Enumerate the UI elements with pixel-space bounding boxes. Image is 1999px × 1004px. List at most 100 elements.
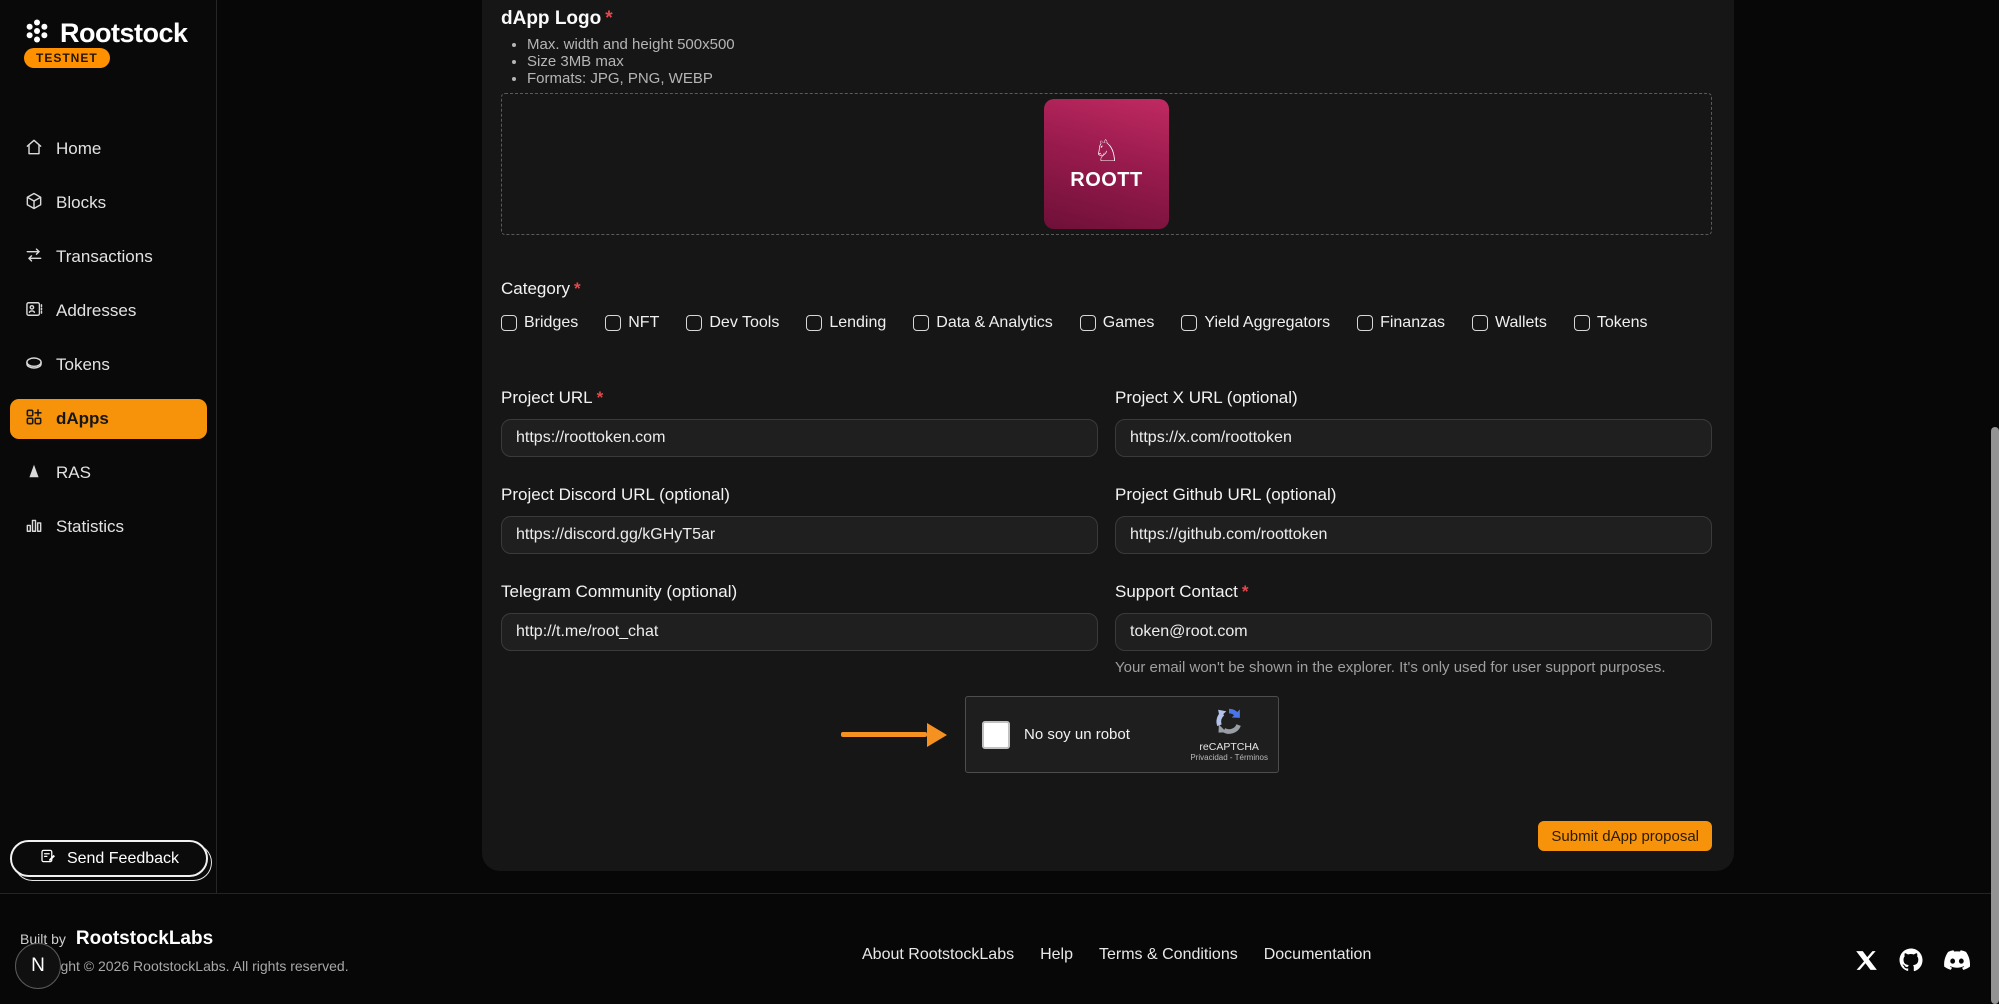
recaptcha-widget: No soy un robot reCAPTCHA Privaci <box>965 696 1279 773</box>
sidebar-item-transactions[interactable]: Transactions <box>10 237 207 277</box>
discord-url-input[interactable] <box>501 516 1098 554</box>
checkbox[interactable] <box>605 315 621 331</box>
avatar-widget-button[interactable]: N <box>15 943 61 989</box>
required-asterisk: * <box>574 279 581 298</box>
submit-dapp-proposal-button[interactable]: Submit dApp proposal <box>1538 821 1712 851</box>
required-asterisk: * <box>1242 582 1249 601</box>
home-icon <box>24 137 44 162</box>
recaptcha-privacy-terms[interactable]: Privacidad - Términos <box>1190 753 1268 762</box>
sidebar: Rootstock TESTNET Home Blocks Transactio… <box>0 0 217 893</box>
sidebar-item-label: dApps <box>56 409 109 429</box>
checkbox[interactable] <box>913 315 929 331</box>
testnet-badge: TESTNET <box>24 48 110 68</box>
support-contact-field: Support Contact* Your email won't be sho… <box>1115 582 1712 676</box>
footer-link-terms[interactable]: Terms & Conditions <box>1099 946 1238 964</box>
dapps-grid-icon <box>24 407 44 432</box>
checkbox[interactable] <box>1574 315 1590 331</box>
checkbox[interactable] <box>806 315 822 331</box>
category-option-yield-aggregators[interactable]: Yield Aggregators <box>1181 314 1330 332</box>
category-option-games[interactable]: Games <box>1080 314 1155 332</box>
project-url-input[interactable] <box>501 419 1098 457</box>
logo-requirement: Size 3MB max <box>527 53 1712 70</box>
cube-icon <box>24 191 44 216</box>
logo-upload-dropzone[interactable]: ♘ ROOTT <box>501 93 1712 235</box>
rootstock-mark-icon <box>22 16 52 51</box>
sidebar-item-label: Home <box>56 139 101 159</box>
sidebar-item-dapps[interactable]: dApps <box>10 399 207 439</box>
required-asterisk: * <box>597 388 604 407</box>
checkbox[interactable] <box>1472 315 1488 331</box>
logo-preview: ♘ ROOTT <box>1044 99 1169 229</box>
category-options: Bridges NFT Dev Tools Lending Data & Ana… <box>501 313 1712 333</box>
scrollbar-thumb[interactable] <box>1991 427 1999 1004</box>
discord-icon[interactable] <box>1944 950 1970 970</box>
recaptcha-branding: reCAPTCHA Privacidad - Términos <box>1190 707 1268 763</box>
mountain-icon <box>24 461 44 486</box>
recaptcha-label: No soy un robot <box>1024 726 1130 743</box>
dapp-proposal-panel: dApp Logo* Max. width and height 500x500… <box>482 0 1734 871</box>
project-x-url-input[interactable] <box>1115 419 1712 457</box>
discord-url-label: Project Discord URL (optional) <box>501 485 1098 506</box>
support-contact-label: Support Contact* <box>1115 582 1712 603</box>
rootstocklabs-brand[interactable]: RootstockLabs <box>76 928 213 950</box>
category-option-bridges[interactable]: Bridges <box>501 314 578 332</box>
category-option-nft[interactable]: NFT <box>605 314 659 332</box>
copyright-text: Copyright © 2026 RootstockLabs. All righ… <box>20 958 349 974</box>
sidebar-item-blocks[interactable]: Blocks <box>10 183 207 223</box>
sidebar-item-label: Addresses <box>56 301 136 321</box>
sidebar-item-label: Tokens <box>56 355 110 375</box>
sidebar-item-label: Blocks <box>56 193 106 213</box>
recaptcha-checkbox[interactable] <box>982 721 1010 749</box>
rootstock-logo[interactable]: Rootstock <box>22 16 188 51</box>
logo-ticker: ROOTT <box>1070 169 1143 192</box>
sidebar-item-home[interactable]: Home <box>10 129 207 169</box>
checkbox[interactable] <box>1080 315 1096 331</box>
project-url-field: Project URL* <box>501 388 1098 457</box>
required-asterisk: * <box>605 8 612 29</box>
telegram-input[interactable] <box>501 613 1098 651</box>
logo-requirement: Max. width and height 500x500 <box>527 36 1712 53</box>
sidebar-item-addresses[interactable]: Addresses <box>10 291 207 331</box>
brand-name: Rootstock <box>60 18 188 49</box>
category-option-tokens[interactable]: Tokens <box>1574 314 1648 332</box>
x-twitter-icon[interactable] <box>1855 949 1878 972</box>
footer-link-documentation[interactable]: Documentation <box>1264 946 1372 964</box>
dapp-logo-label: dApp Logo* <box>501 8 1712 30</box>
category-label: Category* <box>501 279 1712 299</box>
send-feedback-button[interactable]: Send Feedback <box>10 840 208 877</box>
recaptcha-logo-icon <box>1215 707 1243 740</box>
footer-link-about[interactable]: About RootstockLabs <box>862 946 1014 964</box>
category-option-data-analytics[interactable]: Data & Analytics <box>913 314 1053 332</box>
swap-arrows-icon <box>24 245 44 270</box>
github-url-input[interactable] <box>1115 516 1712 554</box>
logo-requirements: Max. width and height 500x500 Size 3MB m… <box>501 36 1712 87</box>
support-contact-input[interactable] <box>1115 613 1712 651</box>
coin-icon <box>24 353 44 378</box>
telegram-field: Telegram Community (optional) <box>501 582 1098 676</box>
id-card-icon <box>24 299 44 324</box>
footer-left: Built by RootstockLabs Copyright © 2026 … <box>20 928 349 974</box>
category-option-lending[interactable]: Lending <box>806 314 886 332</box>
sidebar-item-ras[interactable]: RAS <box>10 453 207 493</box>
checkbox[interactable] <box>686 315 702 331</box>
orange-arrow-icon <box>841 723 947 747</box>
footer-link-help[interactable]: Help <box>1040 946 1073 964</box>
sidebar-nav: Home Blocks Transactions Addresses Token… <box>0 122 217 554</box>
category-option-wallets[interactable]: Wallets <box>1472 314 1547 332</box>
checkbox[interactable] <box>1357 315 1373 331</box>
bar-chart-icon <box>24 515 44 540</box>
sidebar-item-tokens[interactable]: Tokens <box>10 345 207 385</box>
send-feedback-label: Send Feedback <box>67 850 179 868</box>
github-icon[interactable] <box>1899 948 1923 972</box>
checkbox[interactable] <box>501 315 517 331</box>
recaptcha-brand-text: reCAPTCHA <box>1199 741 1259 753</box>
category-option-finanzas[interactable]: Finanzas <box>1357 314 1445 332</box>
checkbox[interactable] <box>1181 315 1197 331</box>
feedback-pen-icon <box>39 847 57 870</box>
category-option-dev-tools[interactable]: Dev Tools <box>686 314 779 332</box>
github-url-label: Project Github URL (optional) <box>1115 485 1712 506</box>
footer-divider <box>0 893 1999 894</box>
project-x-url-field: Project X URL (optional) <box>1115 388 1712 457</box>
footer-links: About RootstockLabs Help Terms & Conditi… <box>862 946 1371 964</box>
sidebar-item-statistics[interactable]: Statistics <box>10 507 207 547</box>
